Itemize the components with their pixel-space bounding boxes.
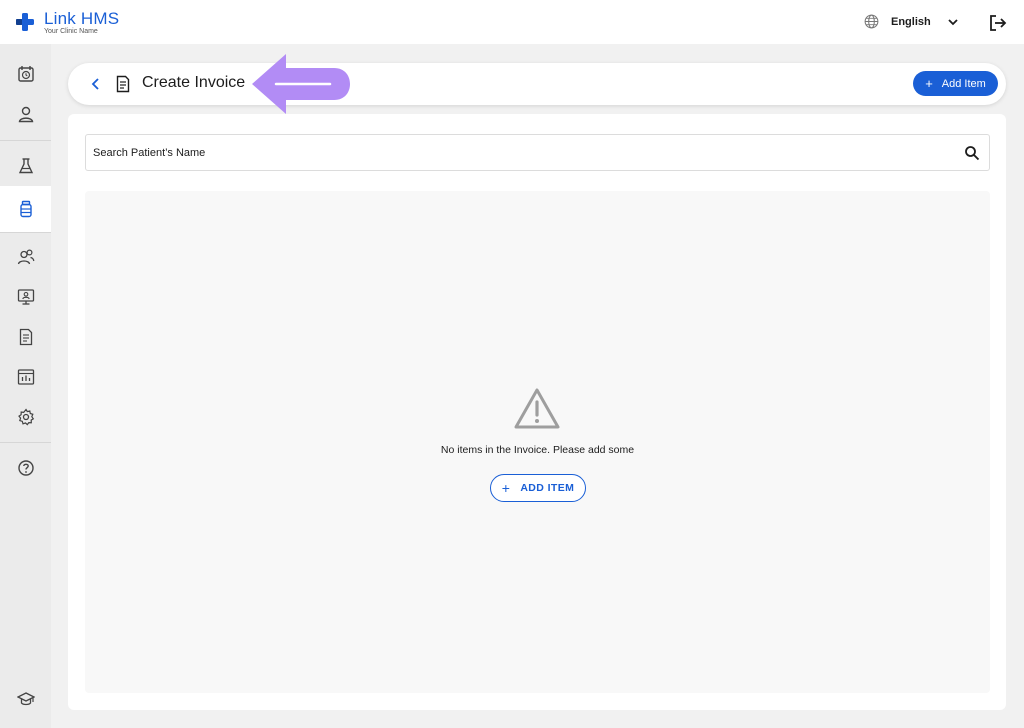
calendar-clock-icon (17, 66, 34, 82)
flask-icon (18, 158, 33, 174)
sidebar-item-doctor[interactable] (0, 277, 51, 317)
sidebar-divider (0, 232, 51, 233)
empty-state-message: No items in the Invoice. Please add some (440, 444, 635, 456)
globe-icon (864, 14, 879, 29)
search-icon[interactable] (964, 145, 980, 161)
sidebar-item-invoices[interactable] (0, 317, 51, 357)
add-item-button[interactable]: + Add Item (913, 71, 998, 96)
sidebar-item-patients[interactable] (0, 94, 51, 134)
patient-search (85, 134, 990, 171)
back-arrow-icon[interactable] (88, 76, 104, 92)
add-item-empty-button[interactable]: + ADD ITEM (490, 474, 586, 502)
graduation-cap-icon (16, 692, 35, 706)
gear-icon (17, 408, 34, 426)
sidebar (0, 44, 51, 728)
top-bar: Link HMS Your Clinic Name English (0, 0, 1024, 44)
sidebar-item-pharmacy[interactable] (0, 186, 51, 232)
document-icon (19, 328, 32, 346)
invoice-items-empty-state: No items in the Invoice. Please add some… (85, 191, 990, 693)
sidebar-item-training[interactable] (0, 679, 51, 719)
annotation-arrow-icon (252, 54, 350, 114)
sidebar-item-appointments[interactable] (0, 54, 51, 94)
page-title: Create Invoice (142, 74, 246, 91)
patient-search-input[interactable] (93, 135, 953, 170)
sidebar-item-staff[interactable] (0, 237, 51, 277)
brand-name: Link HMS (44, 9, 120, 28)
language-selector[interactable]: English (864, 14, 959, 29)
add-item-button-label: Add Item (941, 77, 986, 90)
sidebar-item-settings[interactable] (0, 397, 51, 437)
invoice-panel: No items in the Invoice. Please add some… (68, 114, 1006, 710)
medicine-bottle-icon (19, 200, 32, 218)
invoice-document-icon (116, 75, 130, 93)
medical-cross-icon (16, 13, 34, 31)
chart-icon (17, 369, 34, 385)
user-icon (18, 106, 33, 123)
add-item-empty-button-label: ADD ITEM (520, 482, 575, 494)
brand-logo[interactable]: Link HMS Your Clinic Name (16, 10, 119, 35)
plus-icon: + (925, 76, 933, 91)
plus-icon: + (501, 480, 511, 496)
sidebar-item-lab[interactable] (0, 146, 51, 186)
page-header: Create Invoice + Add Item (68, 63, 1006, 105)
monitor-user-icon (17, 289, 34, 305)
sidebar-item-help[interactable] (0, 448, 51, 488)
sidebar-divider (0, 140, 51, 141)
sidebar-divider (0, 442, 51, 443)
logout-icon[interactable] (989, 14, 1007, 32)
warning-icon (514, 388, 560, 429)
chevron-down-icon (948, 18, 958, 25)
brand-subtitle: Your Clinic Name (44, 28, 98, 35)
users-icon (17, 249, 34, 265)
sidebar-item-reports[interactable] (0, 357, 51, 397)
language-label: English (891, 15, 931, 28)
help-icon (17, 460, 34, 476)
